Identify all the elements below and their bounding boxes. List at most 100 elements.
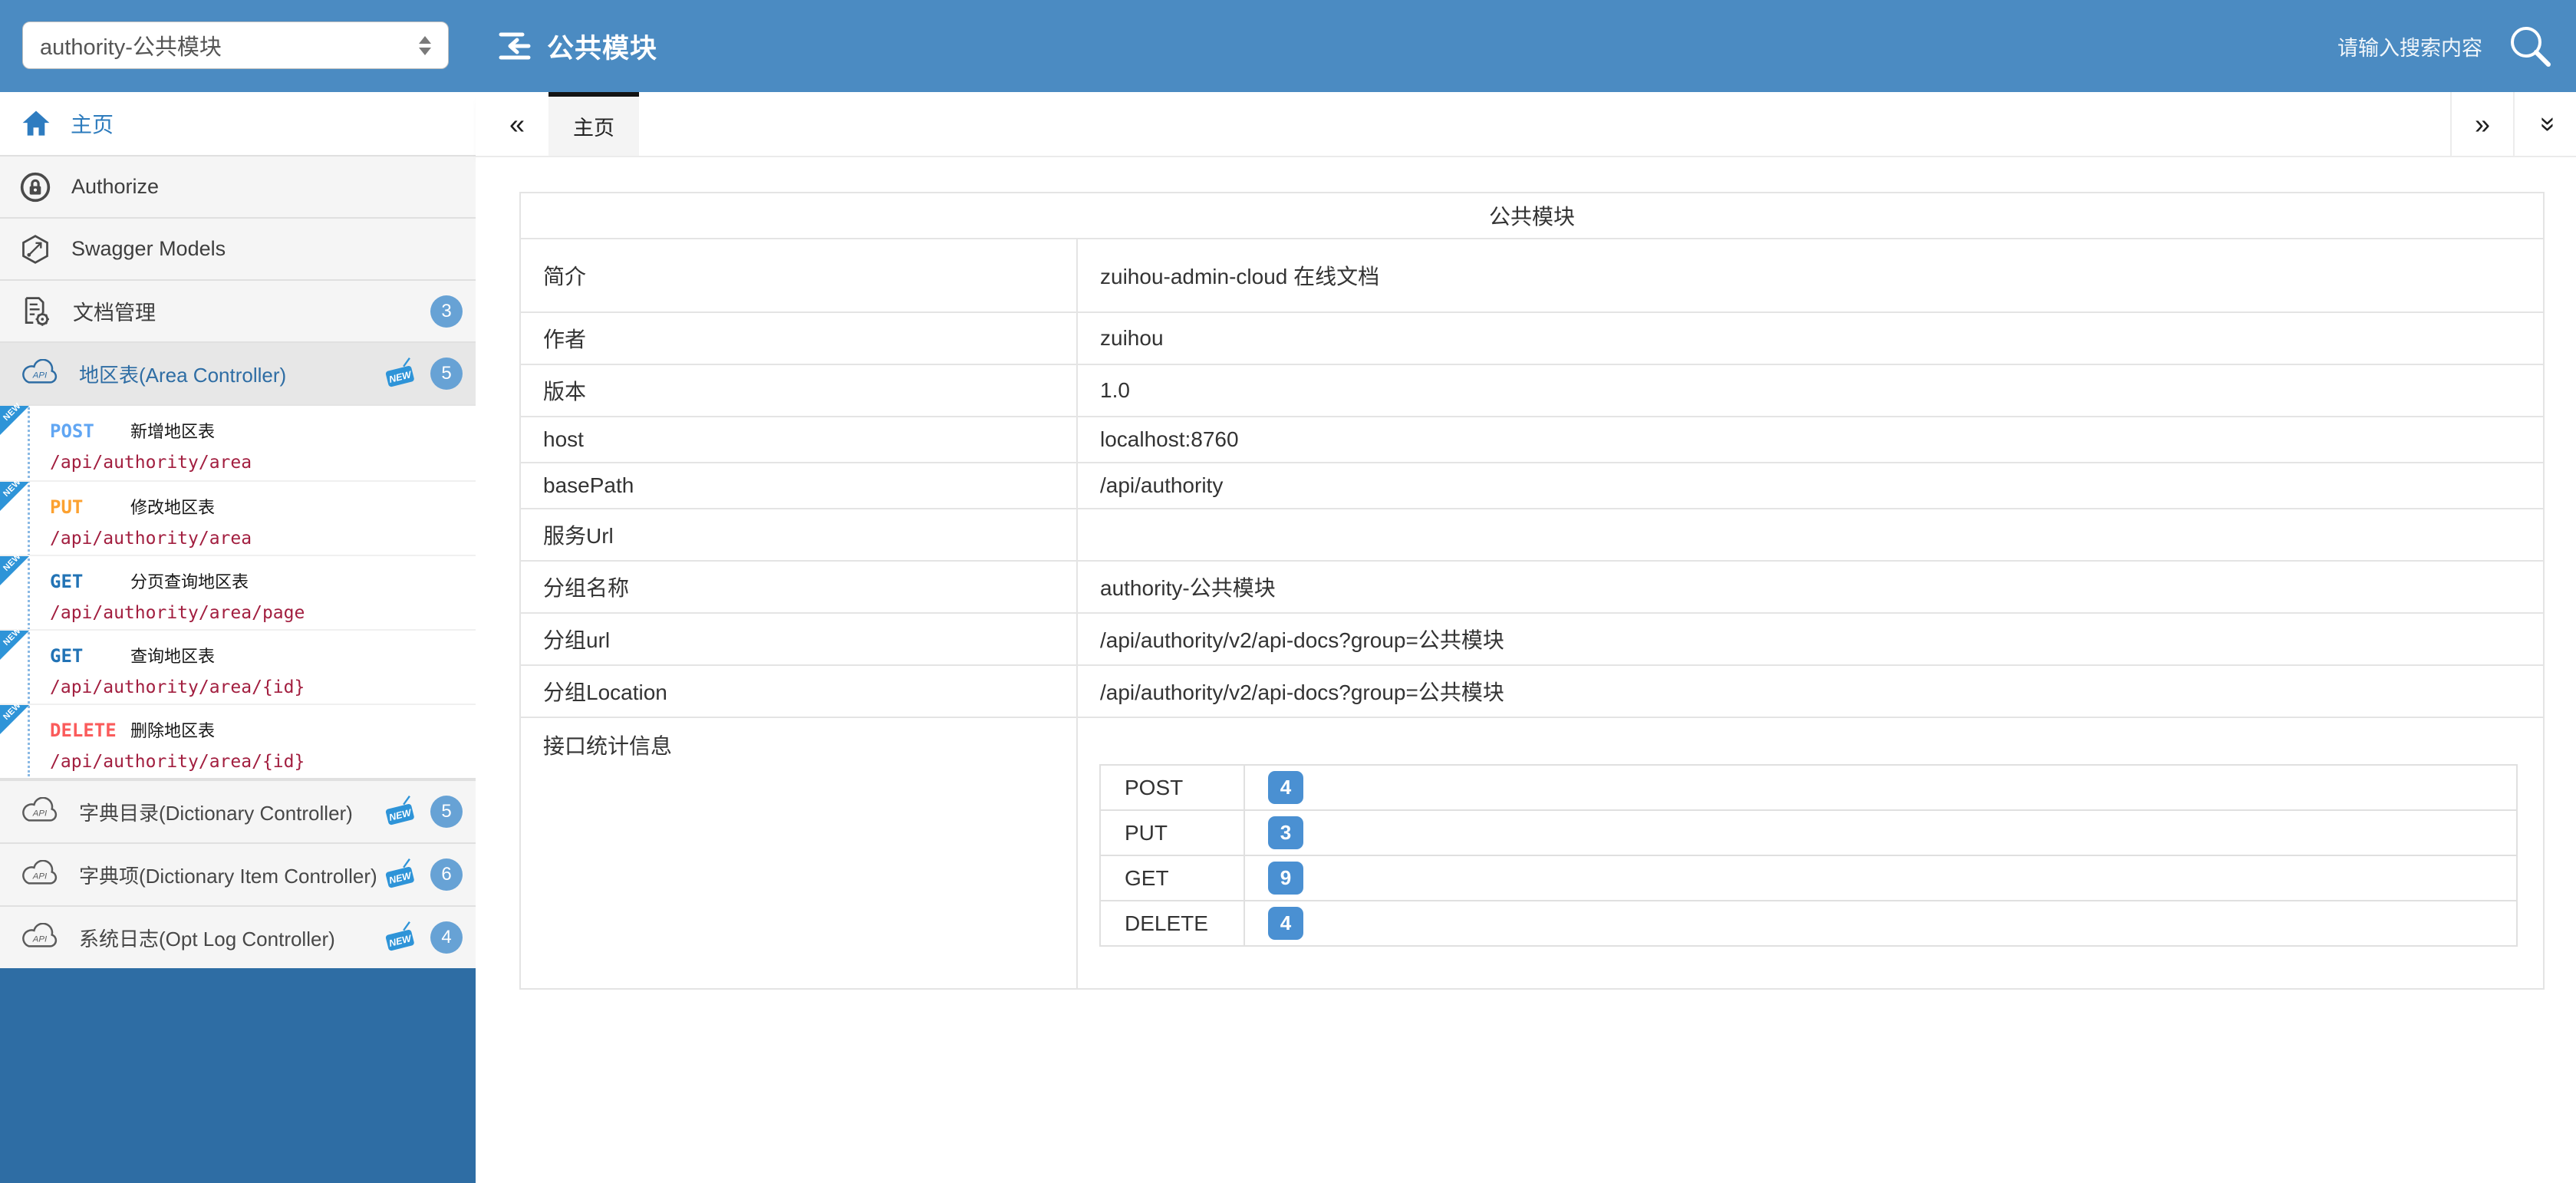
stats-count-badge: 9: [1268, 862, 1303, 895]
endpoint-get-area-id[interactable]: NEW GET查询地区表 /api/authority/area/{id}: [0, 629, 476, 704]
endpoint-path: /api/authority/area/{id}: [50, 677, 476, 697]
http-method-label: GET: [50, 645, 130, 667]
table-row: 版本 1.0: [520, 364, 2544, 417]
cloud-api-icon: API: [19, 860, 61, 889]
tab-label: 主页: [573, 111, 614, 141]
svg-text:API: API: [32, 872, 48, 881]
table-row: 作者 zuihou: [520, 312, 2544, 364]
group-select[interactable]: authority-公共模块: [22, 21, 449, 69]
endpoint-delete-area-id[interactable]: NEW DELETE删除地区表 /api/authority/area/{id}: [0, 704, 476, 778]
tab-scroll-left-icon[interactable]: «: [491, 92, 543, 156]
count-badge: 4: [430, 921, 463, 954]
table-row: 分组Location /api/authority/v2/api-docs?gr…: [520, 665, 2544, 717]
module-table-title: 公共模块: [520, 193, 2544, 239]
page-title: 公共模块: [547, 27, 657, 66]
document-gear-icon: [19, 295, 53, 328]
stats-table-row: GET 9: [1100, 855, 2517, 901]
sidebar-item-label: Swagger Models: [71, 237, 226, 261]
sidebar-controller-area[interactable]: API 地区表(Area Controller) NEW 5: [0, 341, 476, 404]
table-row: 简介 zuihou-admin-cloud 在线文档: [520, 239, 2544, 312]
http-method-label: POST: [50, 420, 130, 442]
tab-home[interactable]: 主页: [548, 92, 639, 156]
svg-text:API: API: [32, 371, 48, 381]
search-icon[interactable]: [2505, 21, 2555, 71]
new-ribbon-icon: NEW: [0, 556, 29, 585]
svg-text:API: API: [32, 809, 48, 819]
new-tag-icon: NEW: [382, 857, 420, 892]
group-select-value: authority-公共模块: [40, 29, 222, 61]
tab-bar: « 主页 » «: [476, 92, 2576, 157]
doc-content: 公共模块 简介 zuihou-admin-cloud 在线文档 作者 zuiho…: [476, 157, 2576, 1183]
table-row: 分组url /api/authority/v2/api-docs?group=公…: [520, 613, 2544, 665]
sidebar-controller-label: 字典目录(Dictionary Controller): [79, 798, 353, 826]
sidebar-item-label: Authorize: [71, 175, 159, 199]
http-method-label: DELETE: [50, 720, 130, 741]
sidebar-controller-dictionary[interactable]: API 字典目录(Dictionary Controller) NEW 5: [0, 779, 476, 842]
cloud-api-icon: API: [19, 923, 61, 952]
count-badge: 3: [430, 295, 463, 328]
stats-count-badge: 4: [1268, 907, 1303, 940]
table-row: 分组名称 authority-公共模块: [520, 561, 2544, 613]
tab-scroll-right-icon[interactable]: »: [2450, 92, 2513, 156]
lock-icon: [19, 171, 51, 203]
logo-icon: [495, 28, 533, 64]
stats-table-row: POST 4: [1100, 765, 2517, 810]
new-ribbon-icon: NEW: [0, 705, 29, 734]
sidebar-item-home[interactable]: 主页: [0, 92, 476, 155]
endpoint-get-area-page[interactable]: NEW GET分页查询地区表 /api/authority/area/page: [0, 555, 476, 629]
sidebar-item-authorize[interactable]: Authorize: [0, 155, 476, 217]
sidebar-controller-label: 系统日志(Opt Log Controller): [79, 924, 335, 952]
sidebar-item-label: 文档管理: [73, 296, 156, 326]
endpoint-desc: 删除地区表: [130, 721, 215, 740]
sidebar-controller-dictionary-item[interactable]: API 字典项(Dictionary Item Controller) NEW …: [0, 842, 476, 905]
new-tag-icon: NEW: [382, 794, 420, 829]
tab-collapse-icon[interactable]: «: [2513, 92, 2576, 156]
sidebar-item-doc-manage[interactable]: 文档管理 3: [0, 279, 476, 341]
table-row: 服务Url: [520, 509, 2544, 561]
http-method-label: GET: [50, 571, 130, 592]
table-header-row: 公共模块: [520, 193, 2544, 239]
table-row: basePath /api/authority: [520, 463, 2544, 509]
endpoint-post-area[interactable]: NEW POST新增地区表 /api/authority/area: [0, 406, 476, 480]
endpoint-desc: 修改地区表: [130, 498, 215, 517]
swagger-bootstrap-ui-app: authority-公共模块 公共模块 请输入搜索内容: [0, 0, 2576, 1183]
stats-method: DELETE: [1100, 901, 1244, 946]
stats-method: GET: [1100, 855, 1244, 901]
endpoint-path: /api/authority/area/{id}: [50, 752, 476, 772]
sidebar-item-label: 主页: [71, 108, 114, 139]
search-input[interactable]: 请输入搜索内容: [2337, 31, 2482, 61]
stats-count-badge: 3: [1268, 816, 1303, 849]
endpoint-path: /api/authority/area: [50, 529, 476, 549]
http-method-label: PUT: [50, 496, 130, 518]
stats-method: PUT: [1100, 810, 1244, 855]
endpoint-path: /api/authority/area/page: [50, 603, 476, 623]
count-badge: 5: [430, 796, 463, 828]
new-tag-icon: NEW: [382, 920, 420, 955]
top-header: authority-公共模块 公共模块 请输入搜索内容: [0, 0, 2576, 92]
module-info-table: 公共模块 简介 zuihou-admin-cloud 在线文档 作者 zuiho…: [519, 192, 2545, 990]
count-badge: 5: [430, 358, 463, 390]
sidebar: 主页 Authorize S: [0, 92, 476, 1183]
new-ribbon-icon: NEW: [0, 482, 29, 511]
sidebar-item-swagger-models[interactable]: Swagger Models: [0, 217, 476, 279]
brand: 公共模块: [495, 0, 657, 92]
sidebar-controller-label: 字典项(Dictionary Item Controller): [79, 861, 377, 889]
endpoint-desc: 查询地区表: [130, 647, 215, 666]
new-ribbon-icon: NEW: [0, 631, 29, 660]
models-hexagon-icon: [19, 233, 51, 265]
sidebar-controller-optlog[interactable]: API 系统日志(Opt Log Controller) NEW 4: [0, 905, 476, 968]
endpoint-desc: 新增地区表: [130, 422, 215, 441]
stats-method: POST: [1100, 765, 1244, 810]
endpoint-put-area[interactable]: NEW PUT修改地区表 /api/authority/area: [0, 480, 476, 555]
new-tag-icon: NEW: [382, 356, 420, 391]
cloud-api-icon: API: [19, 797, 61, 826]
new-ribbon-icon: NEW: [0, 406, 29, 435]
stats-table-row: DELETE 4: [1100, 901, 2517, 946]
stats-table-row: PUT 3: [1100, 810, 2517, 855]
select-arrows-icon: [419, 36, 431, 55]
stats-row: 接口统计信息 POST 4 PUT 3 G: [520, 717, 2544, 989]
endpoint-path: /api/authority/area: [50, 453, 476, 473]
table-row: host localhost:8760: [520, 417, 2544, 463]
endpoint-list: NEW POST新增地区表 /api/authority/area NEW PU…: [0, 404, 476, 779]
main-area: « 主页 » « 公共模块 简介 zuihou-admin-cloud 在线文档…: [476, 92, 2576, 1183]
